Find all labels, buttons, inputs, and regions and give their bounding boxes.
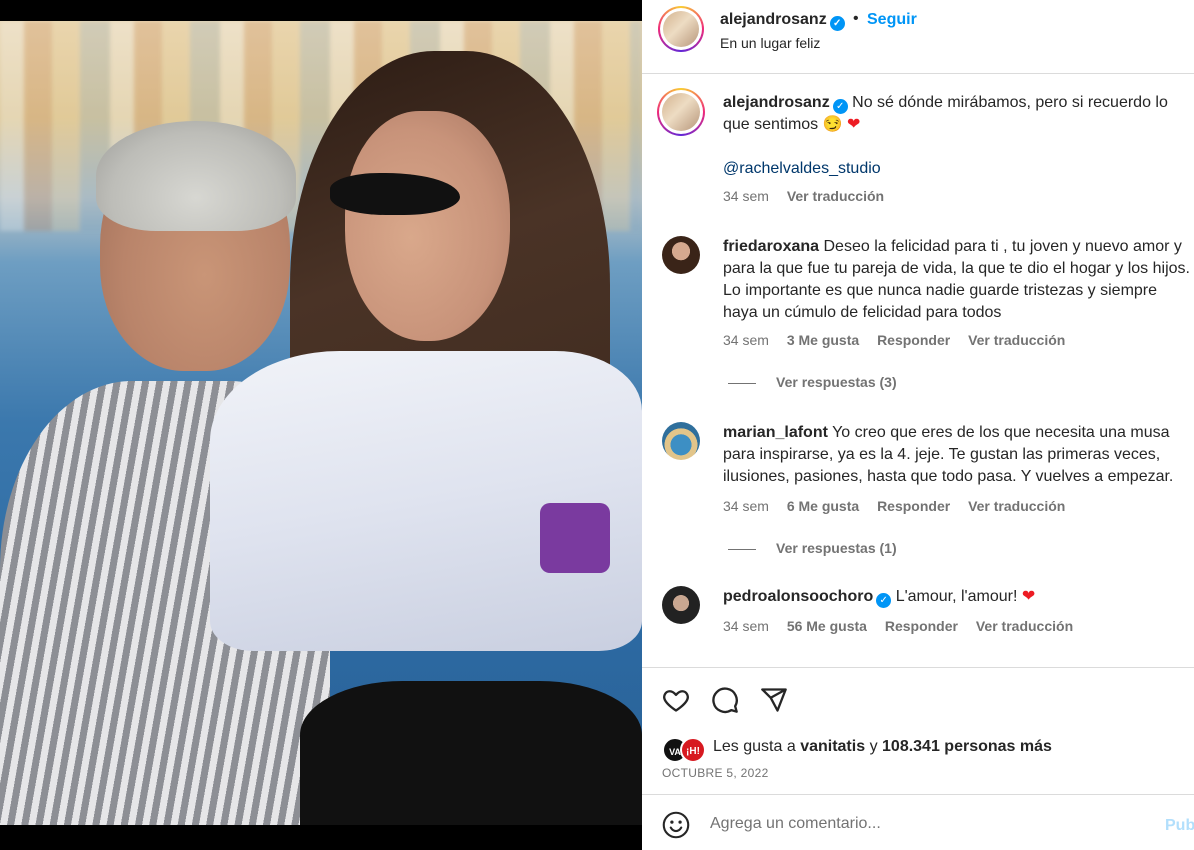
post-location[interactable]: En un lugar feliz bbox=[720, 35, 820, 51]
comment-reply-button[interactable]: Responder bbox=[877, 332, 950, 348]
verified-badge-icon: ✓ bbox=[829, 16, 845, 31]
caption-mention[interactable]: @rachelvaldes_studio bbox=[723, 160, 881, 177]
caption-username[interactable]: alejandrosanz bbox=[723, 94, 830, 111]
speech-bubble-icon[interactable] bbox=[711, 686, 739, 714]
comment-time[interactable]: 34 sem bbox=[723, 332, 769, 348]
verified-badge-icon: ✓ bbox=[832, 99, 848, 114]
comment-item: pedroalonsoochoro ✓ L'amour, l'amour! ❤ 3… bbox=[642, 586, 1194, 656]
commenter-avatar[interactable] bbox=[662, 422, 700, 460]
heart-emoji-icon: ❤ bbox=[846, 116, 861, 133]
photo-man-hair bbox=[96, 121, 296, 231]
comment-translate[interactable]: Ver traducción bbox=[976, 618, 1073, 634]
comment-reply-button[interactable]: Responder bbox=[877, 498, 950, 514]
post-media bbox=[0, 0, 642, 850]
view-replies-label: Ver respuestas (1) bbox=[776, 540, 897, 556]
caption-text-block: alejandrosanz ✓ No sé dónde mirábamos, pe… bbox=[723, 92, 1190, 136]
comment-username[interactable]: friedaroxana bbox=[723, 238, 819, 255]
comment-likes[interactable]: 6 Me gusta bbox=[787, 498, 859, 514]
comment-likes[interactable]: 56 Me gusta bbox=[787, 618, 867, 634]
separator-dot: • bbox=[853, 10, 859, 27]
photo-purple-top bbox=[540, 503, 610, 573]
author-username[interactable]: alejandrosanz bbox=[720, 11, 827, 28]
comment-text-block: marian_lafont Yo creo que eres de los qu… bbox=[723, 422, 1190, 488]
follow-button[interactable]: Seguir bbox=[867, 11, 917, 29]
header-user: alejandrosanz ✓ bbox=[720, 11, 845, 31]
comment-time[interactable]: 34 sem bbox=[723, 498, 769, 514]
commenter-avatar[interactable] bbox=[662, 586, 700, 624]
caption-translate[interactable]: Ver traducción bbox=[787, 188, 884, 204]
comment-input[interactable] bbox=[710, 812, 1140, 836]
replies-line bbox=[728, 382, 756, 384]
commenter-avatar[interactable] bbox=[662, 236, 700, 274]
heart-outline-icon[interactable] bbox=[662, 686, 690, 714]
comment-meta: 34 sem 56 Me gusta Responder Ver traducc… bbox=[723, 618, 1087, 634]
view-replies-button[interactable]: Ver respuestas (3) bbox=[728, 374, 897, 390]
author-avatar[interactable] bbox=[658, 6, 704, 52]
verified-badge-icon: ✓ bbox=[876, 593, 892, 608]
comment-meta: 34 sem 3 Me gusta Responder Ver traducci… bbox=[723, 332, 1079, 348]
comment-username[interactable]: pedroalonsoochoro bbox=[723, 588, 873, 605]
likes-count[interactable]: 108.341 personas más bbox=[882, 738, 1052, 755]
caption: alejandrosanz ✓ No sé dónde mirábamos, pe… bbox=[642, 88, 1194, 208]
post-actions: VA ¡H! Les gusta a vanitatis y 108.341 p… bbox=[642, 667, 1194, 794]
photo-woman-face bbox=[345, 111, 510, 341]
paper-plane-icon[interactable] bbox=[760, 686, 788, 714]
likes-prefix: Les gusta a bbox=[713, 738, 796, 755]
liker-avatar-hola: ¡H! bbox=[680, 737, 706, 763]
likes-user[interactable]: vanitatis bbox=[800, 738, 865, 755]
replies-line bbox=[728, 548, 756, 550]
caption-meta: 34 sem Ver traducción bbox=[723, 188, 898, 204]
post-date[interactable]: OCTUBRE 5, 2022 bbox=[662, 766, 769, 780]
comment-meta: 34 sem 6 Me gusta Responder Ver traducci… bbox=[723, 498, 1079, 514]
comments-list[interactable]: alejandrosanz ✓ No sé dónde mirábamos, pe… bbox=[642, 75, 1194, 667]
add-comment-bar: Pub bbox=[642, 794, 1194, 850]
comment-translate[interactable]: Ver traducción bbox=[968, 332, 1065, 348]
caption-avatar[interactable] bbox=[657, 88, 705, 136]
post-side-panel: alejandrosanz ✓ • Seguir En un lugar feli… bbox=[642, 0, 1194, 850]
comment-item: marian_lafont Yo creo que eres de los qu… bbox=[642, 422, 1194, 562]
comment-text-block: friedaroxana Deseo la felicidad para ti … bbox=[723, 236, 1190, 324]
comment-likes[interactable]: 3 Me gusta bbox=[787, 332, 859, 348]
heart-emoji-icon: ❤ bbox=[1021, 588, 1036, 605]
post-header: alejandrosanz ✓ • Seguir En un lugar feli… bbox=[642, 0, 1194, 74]
photo-black-skirt bbox=[300, 681, 642, 825]
comment-translate[interactable]: Ver traducción bbox=[968, 498, 1065, 514]
publish-button[interactable]: Pub bbox=[1165, 817, 1194, 835]
comment-reply-button[interactable]: Responder bbox=[885, 618, 958, 634]
likes-text: Les gusta a vanitatis y 108.341 personas… bbox=[713, 738, 1052, 756]
photo-white-shirt bbox=[210, 351, 642, 651]
smiley-icon[interactable] bbox=[662, 811, 690, 839]
comment-username[interactable]: marian_lafont bbox=[723, 424, 828, 441]
caption-time[interactable]: 34 sem bbox=[723, 188, 769, 204]
likes-middle: y bbox=[869, 738, 878, 755]
comment-item: friedaroxana Deseo la felicidad para ti … bbox=[642, 236, 1194, 396]
comment-text: L'amour, l'amour! bbox=[895, 588, 1018, 605]
view-replies-button[interactable]: Ver respuestas (1) bbox=[728, 540, 897, 556]
view-replies-label: Ver respuestas (3) bbox=[776, 374, 897, 390]
comment-time[interactable]: 34 sem bbox=[723, 618, 769, 634]
comment-text-block: pedroalonsoochoro ✓ L'amour, l'amour! ❤ bbox=[723, 586, 1190, 608]
post-photo[interactable] bbox=[0, 21, 642, 825]
caption-mention-line: @rachelvaldes_studio bbox=[723, 158, 1190, 180]
